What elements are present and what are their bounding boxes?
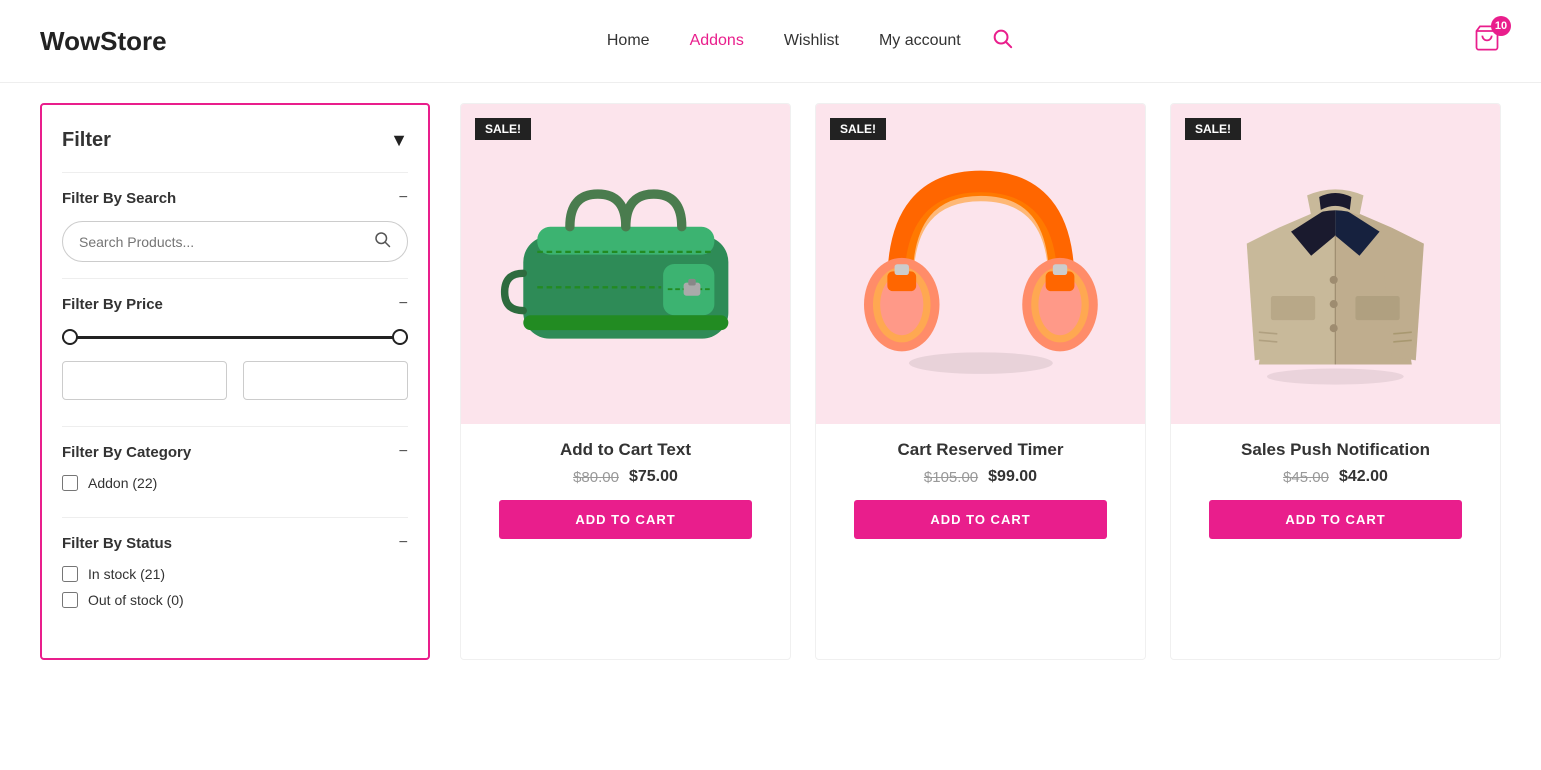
status-in-stock-label: In stock (21) (88, 566, 165, 582)
product-card-2: SALE! (815, 103, 1146, 660)
product-name-2: Cart Reserved Timer (832, 440, 1129, 460)
product-image-headphones (846, 133, 1116, 395)
slider-thumb-right[interactable] (392, 329, 408, 345)
product-name-1: Add to Cart Text (477, 440, 774, 460)
cart-count: 10 (1491, 16, 1511, 36)
product-card-1: SALE! (460, 103, 791, 660)
price-inputs: 0 600 (62, 361, 408, 400)
sale-badge-3: SALE! (1185, 118, 1241, 140)
add-to-cart-button-1[interactable]: ADD TO CART (499, 500, 751, 539)
main-layout: Filter ▼ Filter By Search − (0, 83, 1541, 680)
price-new-1: $75.00 (629, 468, 678, 486)
filter-category-section: Filter By Category − Addon (22) (62, 426, 408, 517)
price-new-2: $99.00 (988, 468, 1037, 486)
search-box (62, 221, 408, 262)
search-icon (991, 27, 1013, 49)
product-card-3: SALE! (1170, 103, 1501, 660)
product-name-3: Sales Push Notification (1187, 440, 1484, 460)
search-icon-button[interactable] (991, 27, 1013, 55)
product-prices-3: $45.00 $42.00 (1187, 468, 1484, 486)
filter-price-header: Filter By Price − (62, 295, 408, 313)
category-addon-checkbox[interactable] (62, 475, 78, 491)
price-max-input[interactable]: 600 (243, 361, 408, 400)
filter-funnel-icon: ▼ (390, 130, 408, 151)
main-nav: Home Addons Wishlist My account (607, 32, 961, 50)
collapse-price-icon[interactable]: − (399, 295, 408, 313)
filter-search-title: Filter By Search (62, 190, 176, 207)
add-to-cart-button-3[interactable]: ADD TO CART (1209, 500, 1461, 539)
filter-sidebar: Filter ▼ Filter By Search − (40, 103, 430, 660)
filter-price-section: Filter By Price − 0 600 (62, 278, 408, 426)
status-out-of-stock: Out of stock (0) (62, 592, 408, 608)
product-info-1: Add to Cart Text $80.00 $75.00 ADD TO CA… (461, 424, 790, 555)
filter-status-section: Filter By Status − In stock (21) Out of … (62, 517, 408, 634)
price-old-3: $45.00 (1283, 469, 1329, 486)
price-old-2: $105.00 (924, 469, 978, 486)
logo: WowStore (40, 26, 167, 57)
nav-home[interactable]: Home (607, 32, 650, 50)
nav-wishlist[interactable]: Wishlist (784, 32, 839, 50)
products-grid: SALE! (460, 103, 1501, 660)
collapse-status-icon[interactable]: − (399, 534, 408, 552)
nav-my-account[interactable]: My account (879, 32, 961, 50)
status-in-stock: In stock (21) (62, 566, 408, 582)
search-input[interactable] (79, 234, 365, 250)
price-new-3: $42.00 (1339, 468, 1388, 486)
sale-badge-2: SALE! (830, 118, 886, 140)
product-prices-1: $80.00 $75.00 (477, 468, 774, 486)
sale-badge-1: SALE! (475, 118, 531, 140)
category-addon-label: Addon (22) (88, 475, 157, 491)
filter-price-title: Filter By Price (62, 296, 163, 313)
filter-search-section: Filter By Search − (62, 172, 408, 278)
product-image-wrapper-3: SALE! (1171, 104, 1500, 424)
collapse-category-icon[interactable]: − (399, 443, 408, 461)
category-addon: Addon (22) (62, 475, 408, 491)
price-slider (62, 327, 408, 347)
price-old-1: $80.00 (573, 469, 619, 486)
add-to-cart-button-2[interactable]: ADD TO CART (854, 500, 1106, 539)
filter-category-title: Filter By Category (62, 444, 191, 461)
status-out-of-stock-label: Out of stock (0) (88, 592, 184, 608)
product-image-jacket (1207, 139, 1464, 389)
price-range-container: 0 600 (62, 327, 408, 400)
nav-addons[interactable]: Addons (690, 32, 744, 50)
status-out-of-stock-checkbox[interactable] (62, 592, 78, 608)
collapse-search-icon[interactable]: − (399, 189, 408, 207)
filter-category-header: Filter By Category − (62, 443, 408, 461)
product-prices-2: $105.00 $99.00 (832, 468, 1129, 486)
cart-button[interactable]: 10 (1473, 24, 1501, 58)
status-in-stock-checkbox[interactable] (62, 566, 78, 582)
product-image-wrapper-1: SALE! (461, 104, 790, 424)
product-info-3: Sales Push Notification $45.00 $42.00 AD… (1171, 424, 1500, 555)
product-image-wrapper-2: SALE! (816, 104, 1145, 424)
filter-title: Filter (62, 129, 111, 152)
filter-search-header: Filter By Search − (62, 189, 408, 207)
search-box-icon[interactable] (373, 230, 391, 253)
filter-status-header: Filter By Status − (62, 534, 408, 552)
price-min-input[interactable]: 0 (62, 361, 227, 400)
product-info-2: Cart Reserved Timer $105.00 $99.00 ADD T… (816, 424, 1145, 555)
slider-track (62, 336, 408, 339)
product-image-bag (486, 128, 766, 400)
header: WowStore Home Addons Wishlist My account… (0, 0, 1541, 83)
filter-status-title: Filter By Status (62, 535, 172, 552)
slider-thumb-left[interactable] (62, 329, 78, 345)
filter-header: Filter ▼ (62, 129, 408, 152)
